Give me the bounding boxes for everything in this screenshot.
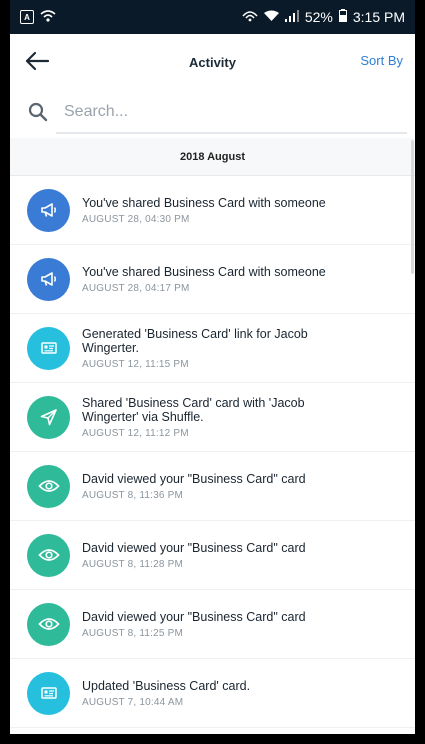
activity-title: David viewed your "Business Card" card: [82, 540, 306, 555]
search-icon: [28, 102, 48, 122]
activity-item[interactable]: David viewed your "Business Card" card AU…: [10, 521, 415, 590]
card-icon: [39, 338, 59, 358]
activity-date: AUGUST 8, 11:28 PM: [82, 558, 184, 570]
section-header: 2018 August: [10, 138, 415, 176]
activity-avatar: [27, 464, 70, 508]
search-underline: [56, 132, 407, 134]
status-bar: A 52% 3:15 PM: [10, 0, 415, 34]
activity-text: David viewed your "Business Card" card AU…: [82, 610, 306, 639]
search-input[interactable]: [64, 103, 364, 121]
activity-avatar: [27, 395, 70, 439]
send-icon: [39, 407, 59, 427]
activity-item[interactable]: David viewed your "Business Card" card AU…: [10, 590, 415, 659]
activity-text: David viewed your "Business Card" card AU…: [82, 472, 306, 501]
activity-text: You've shared Business Card with someone…: [82, 196, 326, 225]
activity-screen: Activity Sort By 2018 August You've shar…: [10, 34, 415, 734]
activity-date: AUGUST 8, 11:25 PM: [82, 627, 184, 639]
activity-date: AUGUST 12, 11:15 PM: [82, 358, 189, 370]
activity-text: Shared 'Business Card' card with 'Jacob …: [82, 396, 332, 439]
activity-date: AUGUST 8, 11:36 PM: [82, 489, 184, 501]
megaphone-icon: [39, 269, 59, 289]
activity-item[interactable]: David viewed your "Business Card" card AU…: [10, 452, 415, 521]
notification-icon: A: [20, 10, 34, 24]
activity-title: Updated 'Business Card' card.: [82, 678, 251, 693]
cast-icon: [242, 9, 258, 25]
eye-icon: [37, 478, 60, 494]
activity-item[interactable]: You've shared Business Card with someone…: [10, 176, 415, 245]
card-icon: [39, 683, 59, 703]
activity-avatar: [27, 533, 70, 577]
sort-by-button[interactable]: Sort By: [360, 53, 403, 68]
page-title: Activity: [189, 54, 236, 70]
activity-text: Generated 'Business Card' link for Jacob…: [82, 327, 332, 370]
activity-item[interactable]: Shared 'Business Card' card with 'Jacob …: [10, 383, 415, 452]
clock: 3:15 PM: [352, 9, 405, 25]
activity-avatar: [27, 188, 70, 232]
arrow-left-icon: [25, 51, 50, 71]
activity-item[interactable]: Generated 'Business Card' link for Jacob…: [10, 314, 415, 383]
wifi-icon: [263, 9, 279, 25]
activity-text: David viewed your "Business Card" card AU…: [82, 541, 306, 570]
activity-text: Updated 'Business Card' card. AUGUST 7, 1…: [82, 679, 250, 708]
battery-icon: [338, 9, 347, 25]
megaphone-icon: [39, 200, 59, 220]
activity-item[interactable]: Updated 'Business Card' card. AUGUST 7, 1…: [10, 659, 415, 728]
activity-avatar: [27, 602, 70, 646]
activity-title: Shared 'Business Card' card with 'Jacob …: [82, 395, 305, 424]
activity-list: You've shared Business Card with someone…: [10, 176, 415, 728]
eye-icon: [37, 547, 60, 563]
eye-icon: [37, 616, 60, 632]
activity-date: AUGUST 7, 10:44 AM: [82, 696, 184, 708]
activity-title: Generated 'Business Card' link for Jacob…: [82, 326, 308, 355]
activity-text: You've shared Business Card with someone…: [82, 265, 326, 294]
activity-date: AUGUST 28, 04:17 PM: [82, 282, 190, 294]
battery-percent: 52%: [304, 9, 333, 25]
activity-avatar: [27, 257, 70, 301]
activity-date: AUGUST 12, 11:12 PM: [82, 427, 189, 439]
activity-title: David viewed your "Business Card" card: [82, 471, 306, 486]
activity-avatar: [27, 326, 70, 370]
back-button[interactable]: [22, 46, 52, 76]
wifi-call-icon: [40, 9, 56, 26]
app-header: Activity Sort By: [10, 34, 415, 90]
activity-title: David viewed your "Business Card" card: [82, 609, 306, 624]
activity-title: You've shared Business Card with someone: [82, 195, 326, 210]
search-bar: [10, 90, 415, 134]
activity-title: You've shared Business Card with someone: [82, 264, 326, 279]
device-frame: A 52% 3:15 PM Activity Sort By Search...…: [10, 0, 415, 744]
scrollbar[interactable]: [411, 140, 414, 274]
activity-date: AUGUST 28, 04:30 PM: [82, 213, 190, 225]
status-left: A: [20, 9, 56, 26]
status-right: 52% 3:15 PM: [242, 9, 405, 25]
activity-avatar: [27, 671, 70, 715]
signal-icon: [284, 9, 299, 25]
activity-item[interactable]: You've shared Business Card with someone…: [10, 245, 415, 314]
